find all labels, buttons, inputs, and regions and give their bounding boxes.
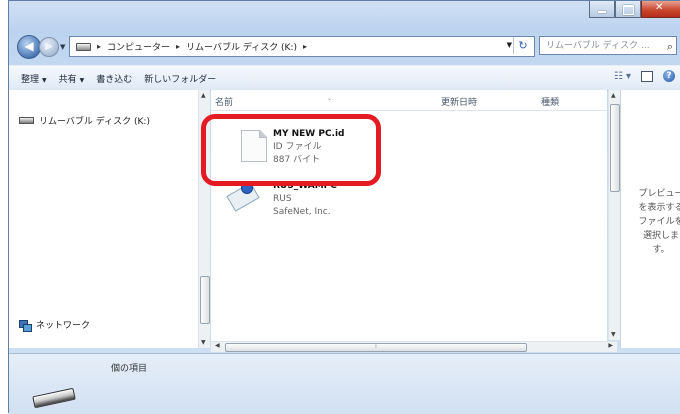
change-view-icon[interactable]: ☷ ▾ — [614, 71, 631, 82]
command-bar: 整理 ▼ 共有 ▼ 書き込む 新しいフォルダー ☷ ▾ ? — [9, 65, 680, 91]
organize-label: 整理 — [21, 74, 40, 85]
column-headers: 名前 ⌄ 更新日時 種類 — [211, 90, 607, 111]
back-button[interactable]: ◀ — [17, 35, 41, 59]
network-icon — [19, 319, 32, 332]
column-type[interactable]: 種類 — [541, 95, 559, 108]
scroll-down-icon[interactable]: ▼ — [201, 339, 206, 346]
breadcrumb-separator-icon[interactable]: ▸ — [97, 42, 101, 51]
maximize-button[interactable] — [615, 1, 641, 18]
nav-item-network[interactable]: ネットワーク — [19, 318, 91, 332]
breadcrumb-computer[interactable]: コンピューター — [107, 40, 170, 53]
navigation-pane: リムーバブル ディスク (K:) ネットワーク ▲ ▼ — [9, 90, 210, 348]
chevron-down-icon: ▼ — [79, 76, 85, 84]
preview-pane-icon[interactable] — [641, 70, 653, 82]
caption-buttons — [589, 1, 680, 18]
column-name[interactable]: 名前 — [215, 95, 233, 108]
computer-icon — [76, 42, 91, 51]
search-input[interactable]: リムーバブル ディスク ... ⌕ — [539, 36, 677, 55]
highlight-annotation — [201, 114, 381, 186]
recent-pages-dropdown-icon[interactable]: ▼ — [60, 43, 65, 51]
item-count: 個の項目 — [111, 364, 148, 374]
scrollbar-thumb[interactable] — [200, 276, 210, 324]
search-placeholder: リムーバブル ディスク ... — [546, 41, 650, 51]
scrollbar-thumb[interactable]: ⁞ — [225, 343, 527, 352]
horizontal-scrollbar[interactable]: ◀ ⁞ ▶ — [211, 341, 617, 352]
toolbar-right-controls: ☷ ▾ ? — [614, 70, 675, 82]
refresh-icon[interactable]: ↻ — [513, 37, 532, 54]
nav-item-removable-disk[interactable]: リムーバブル ディスク (K:) — [19, 114, 150, 127]
breadcrumb-separator-icon[interactable]: ▸ — [303, 42, 307, 51]
breadcrumb-separator-icon[interactable]: ▸ — [176, 42, 180, 51]
minimize-button[interactable] — [589, 1, 615, 18]
forward-button[interactable]: ▶ — [39, 37, 59, 57]
scroll-up-icon[interactable]: ▲ — [201, 92, 206, 99]
address-bar[interactable]: ▸ コンピューター ▸ リムーバブル ディスク (K:) ▸ ▼ ↻ — [69, 36, 535, 57]
scroll-left-icon[interactable]: ◀ — [215, 342, 220, 349]
details-pane: 個の項目 — [9, 353, 680, 414]
scrollbar-thumb[interactable] — [610, 104, 620, 192]
nav-item-label: ネットワーク — [36, 321, 91, 331]
address-dropdown-icon[interactable]: ▼ — [507, 41, 512, 49]
removable-drive-icon — [19, 117, 34, 124]
preview-message: プレビュー を表示する ファイルを 選択しま す。 — [638, 189, 680, 255]
sort-indicator-icon: ⌄ — [327, 95, 333, 102]
explorer-window: ◀ ▶ ▼ ▸ コンピューター ▸ リムーバブル ディスク (K:) ▸ ▼ ↻… — [8, 0, 680, 414]
search-icon: ⌕ — [666, 40, 673, 53]
navigation-bar: ◀ ▶ ▼ ▸ コンピューター ▸ リムーバブル ディスク (K:) ▸ ▼ ↻… — [9, 34, 680, 60]
breadcrumb-removable-disk[interactable]: リムーバブル ディスク (K:) — [186, 40, 297, 53]
scroll-right-icon[interactable]: ▶ — [608, 342, 613, 349]
preview-pane: プレビュー を表示する ファイルを 選択しま す。 — [620, 90, 680, 348]
organize-menu[interactable]: 整理 ▼ — [21, 72, 47, 85]
close-button[interactable] — [641, 1, 680, 18]
share-menu[interactable]: 共有 ▼ — [59, 72, 85, 85]
share-label: 共有 — [58, 74, 77, 85]
burn-button[interactable]: 書き込む — [96, 72, 132, 85]
file-publisher: RUS — [273, 194, 292, 204]
scroll-down-icon[interactable]: ▼ — [611, 331, 616, 338]
new-folder-button[interactable]: 新しいフォルダー — [144, 72, 216, 85]
file-company: SafeNet, Inc. — [273, 207, 331, 217]
file-list-scrollbar[interactable]: ▲ ▼ — [608, 90, 620, 340]
column-modified[interactable]: 更新日時 — [441, 95, 477, 108]
scroll-up-icon[interactable]: ▲ — [611, 92, 616, 99]
chevron-down-icon: ▼ — [42, 76, 47, 84]
help-icon[interactable]: ? — [663, 70, 675, 82]
nav-item-label: リムーバブル ディスク (K:) — [39, 117, 150, 127]
removable-drive-icon — [32, 386, 76, 409]
